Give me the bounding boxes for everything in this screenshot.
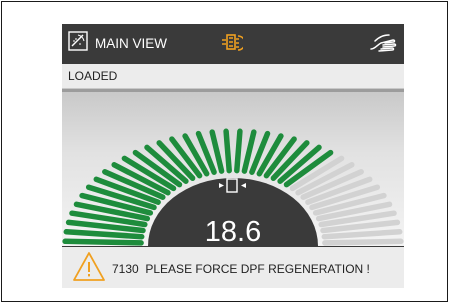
alert-code: 7130 bbox=[112, 262, 139, 276]
gauge-value: 18.6 bbox=[204, 216, 262, 248]
gauge-segment bbox=[322, 238, 404, 246]
status-bar: LOADED bbox=[62, 64, 404, 89]
header-bar: MAIN VIEW bbox=[62, 24, 404, 64]
screen-title: MAIN VIEW bbox=[95, 36, 168, 51]
terminal-screen: MAIN VIEW LOADED 18.6 7130 PLEASE FORCE … bbox=[62, 24, 404, 288]
alert-text: PLEASE FORCE DPF REGENERATION ! bbox=[145, 262, 370, 276]
gauge-segment bbox=[223, 128, 232, 174]
alert-message: 7130 PLEASE FORCE DPF REGENERATION ! bbox=[112, 262, 370, 276]
gauge-segment bbox=[234, 128, 243, 174]
dpf-regeneration-icon[interactable] bbox=[221, 32, 243, 54]
gauge-segment bbox=[62, 238, 144, 246]
warning-icon bbox=[73, 252, 105, 281]
gauge-settings-icon[interactable] bbox=[68, 31, 88, 51]
gauge-segment bbox=[321, 229, 403, 240]
gauge-segment bbox=[63, 229, 145, 240]
display-frame: MAIN VIEW LOADED 18.6 7130 PLEASE FORCE … bbox=[1, 1, 448, 302]
hand-icon[interactable] bbox=[369, 33, 397, 53]
status-text: LOADED bbox=[68, 69, 118, 83]
alert-bar[interactable]: 7130 PLEASE FORCE DPF REGENERATION ! bbox=[62, 246, 404, 288]
